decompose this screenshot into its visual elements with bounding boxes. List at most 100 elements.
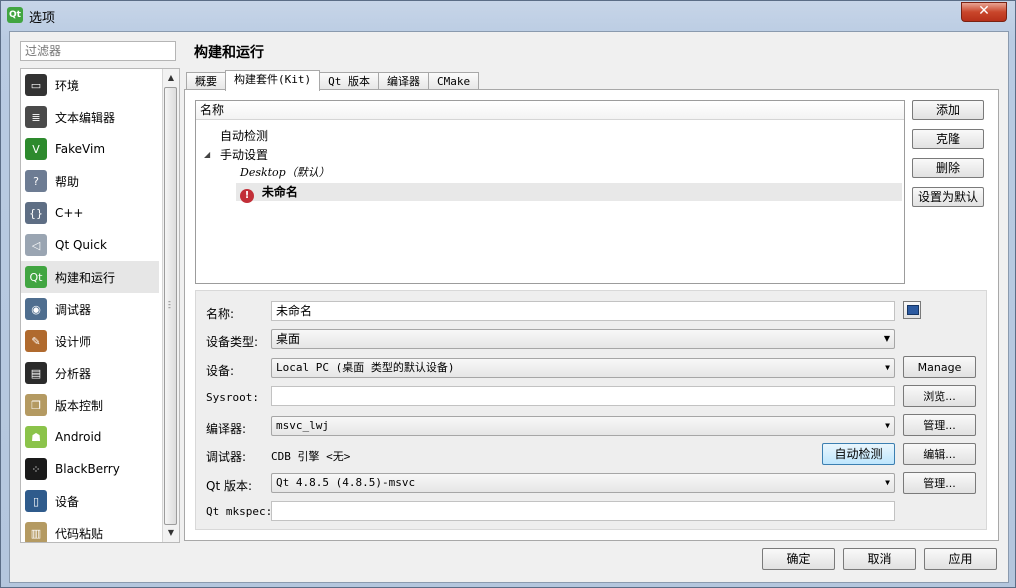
tab[interactable]: 概要	[186, 72, 226, 90]
window-title: 选项	[29, 11, 56, 26]
qt-version-label: Qt 版本:	[206, 479, 253, 493]
sidebar-item[interactable]: ⁘ BlackBerry	[21, 453, 159, 485]
android-icon: ☗	[25, 426, 47, 448]
make-default-button[interactable]: 设置为默认	[912, 187, 984, 207]
tree-item-unnamed-kit[interactable]: ! 未命名	[236, 183, 902, 203]
expand-arrow-icon[interactable]: ◢	[204, 146, 210, 164]
sidebar-item[interactable]: V FakeVim	[21, 133, 159, 165]
debugger-value: CDB 引擎 <无>	[271, 450, 351, 463]
sidebar-item-label: 帮助	[55, 174, 80, 189]
compiler-value: msvc_lwj	[276, 419, 329, 432]
sidebar-item[interactable]: ▤ 分析器	[21, 357, 159, 389]
close-button[interactable]: ✕	[961, 2, 1007, 22]
page-title: 构建和运行	[194, 45, 264, 61]
sysroot-field[interactable]	[271, 386, 895, 406]
device-type-label: 设备类型:	[206, 335, 259, 349]
unnamed-kit-label: 未命名	[261, 185, 298, 199]
ok-button[interactable]: 确定	[762, 548, 835, 570]
options-window: Qt 选项 ✕ ▭ 环境 ≣ 文本编辑器 V FakeVim? 帮助 {} C++ ◁ Qt Qui…	[0, 0, 1016, 588]
version-control-icon: ❐	[25, 394, 47, 416]
tab[interactable]: Qt 版本	[319, 72, 379, 90]
add-kit-button[interactable]: 添加	[912, 100, 984, 120]
sidebar-item[interactable]: ≣ 文本编辑器	[21, 101, 159, 133]
sysroot-label: Sysroot:	[206, 391, 259, 404]
tree-item-desktop-kit[interactable]: Desktop（默认）	[240, 164, 330, 182]
qt-version-value: Qt 4.8.5 (4.8.5)-msvc	[276, 476, 416, 489]
tab[interactable]: 构建套件(Kit)	[225, 70, 321, 91]
sidebar-scrollbar[interactable]: ▲ --- ▼	[162, 69, 179, 542]
sidebar-item[interactable]: ❐ 版本控制	[21, 389, 159, 421]
chevron-down-icon: ▼	[885, 478, 890, 487]
name-label: 名称:	[206, 307, 235, 321]
sidebar-item[interactable]: ◉ 调试器	[21, 293, 159, 325]
sidebar-item[interactable]: ▭ 环境	[21, 69, 159, 101]
sidebar-item-label: Android	[55, 430, 102, 444]
sidebar-item[interactable]: ☗ Android	[21, 421, 159, 453]
tree-item-manual[interactable]: 手动设置	[220, 146, 268, 164]
designer-icon: ✎	[25, 330, 47, 352]
qt-version-combo[interactable]: Qt 4.8.5 (4.8.5)-msvc ▼	[271, 473, 895, 493]
sidebar-item-label: C++	[55, 206, 84, 220]
sidebar-item[interactable]: ◁ Qt Quick	[21, 229, 159, 261]
scroll-down-arrow[interactable]: ▼	[163, 526, 179, 540]
tab[interactable]: 编译器	[378, 72, 429, 90]
sidebar-item-label: Qt Quick	[55, 238, 107, 252]
sidebar-item[interactable]: ? 帮助	[21, 165, 159, 197]
sidebar-item-label: 设计师	[55, 334, 92, 349]
category-list: ▭ 环境 ≣ 文本编辑器 V FakeVim? 帮助 {} C++ ◁ Qt Quick Qt 构建和运…	[21, 69, 159, 542]
blackberry-icon: ⁘	[25, 458, 47, 480]
sysroot-browse-button[interactable]: 浏览...	[903, 385, 976, 407]
tab-bar: 概要 构建套件(Kit) Qt 版本 编译器 CMake	[186, 70, 480, 91]
sidebar-item-label: FakeVim	[55, 142, 106, 156]
sidebar-item[interactable]: Qt 构建和运行	[21, 261, 159, 293]
kit-tree[interactable]: 名称 自动检测 ◢ 手动设置 Desktop（默认） ! 未命名	[195, 100, 905, 284]
sidebar-item-label: 文本编辑器	[55, 110, 116, 125]
device-type-value: 桌面	[276, 332, 301, 346]
sidebar-item-label: 设备	[55, 494, 80, 509]
device-label: 设备:	[206, 364, 235, 378]
qt-version-manage-button[interactable]: 管理...	[903, 472, 976, 494]
title-bar[interactable]: Qt 选项 ✕	[1, 1, 1015, 29]
build-run-icon: Qt	[25, 266, 47, 288]
sidebar-item[interactable]: ✎ 设计师	[21, 325, 159, 357]
cancel-button[interactable]: 取消	[843, 548, 916, 570]
paper-plane-icon: ◁	[25, 234, 47, 256]
tab[interactable]: CMake	[428, 72, 480, 90]
debugger-autodetect-button[interactable]: 自动检测	[822, 443, 895, 465]
device-combo[interactable]: Local PC (桌面 类型的默认设备) ▼	[271, 358, 895, 378]
compiler-label: 编译器:	[206, 422, 247, 436]
scroll-up-arrow[interactable]: ▲	[163, 71, 179, 85]
compiler-combo[interactable]: msvc_lwj ▼	[271, 416, 895, 436]
remove-kit-button[interactable]: 删除	[912, 158, 984, 178]
debugger-icon: ◉	[25, 298, 47, 320]
scrollbar-thumb[interactable]: ---	[164, 87, 177, 525]
kit-details-form: 名称: 未命名 设备类型: 桌面 ▼ 设备: Local PC (桌面 类型的默认…	[195, 290, 987, 530]
mkspec-field[interactable]	[271, 501, 895, 521]
tree-header-name[interactable]: 名称	[196, 101, 904, 120]
cpp-braces-icon: {}	[25, 202, 47, 224]
monitor-icon	[907, 305, 919, 315]
device-type-combo[interactable]: 桌面 ▼	[271, 329, 895, 349]
tree-item-auto-detected[interactable]: 自动检测	[220, 127, 268, 145]
kits-panel: 名称 自动检测 ◢ 手动设置 Desktop（默认） ! 未命名 添加 克隆 删…	[184, 89, 999, 541]
apply-button[interactable]: 应用	[924, 548, 997, 570]
help-icon: ?	[25, 170, 47, 192]
sidebar-item-label: 环境	[55, 78, 80, 93]
sidebar-item[interactable]: {} C++	[21, 197, 159, 229]
kit-name-field[interactable]: 未命名	[271, 301, 895, 321]
code-paste-icon: ▥	[25, 522, 47, 542]
sidebar-item-label: 代码粘贴	[55, 526, 104, 541]
device-manage-button[interactable]: Manage	[903, 356, 976, 378]
kit-icon-button[interactable]	[903, 301, 921, 319]
debugger-edit-button[interactable]: 编辑...	[903, 443, 976, 465]
chevron-down-icon: ▼	[883, 334, 890, 343]
sidebar-item[interactable]: ▥ 代码粘贴	[21, 517, 159, 542]
text-editor-icon: ≣	[25, 106, 47, 128]
filter-input[interactable]	[20, 41, 176, 61]
compiler-manage-button[interactable]: 管理...	[903, 414, 976, 436]
clone-kit-button[interactable]: 克隆	[912, 129, 984, 149]
sidebar-item[interactable]: ▯ 设备	[21, 485, 159, 517]
device-value: Local PC (桌面 类型的默认设备)	[276, 361, 455, 374]
category-sidebar: ▭ 环境 ≣ 文本编辑器 V FakeVim? 帮助 {} C++ ◁ Qt Quick Qt 构建和运…	[20, 68, 180, 543]
sidebar-item-label: 分析器	[55, 366, 92, 381]
